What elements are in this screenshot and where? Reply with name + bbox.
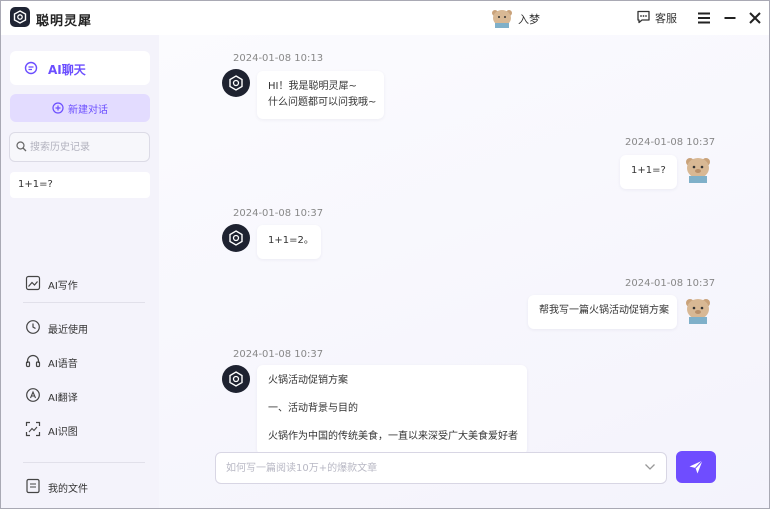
tool-ai-translate-label: AI翻译 bbox=[48, 393, 78, 404]
tool-ai-image-label: AI识图 bbox=[48, 427, 78, 438]
message-text: 1+1=2。 bbox=[268, 235, 314, 246]
message-text: 火锅活动促销方案 bbox=[268, 375, 348, 386]
clock-icon bbox=[26, 320, 40, 334]
message-composer bbox=[215, 452, 667, 484]
tool-ai-writing-label: AI写作 bbox=[48, 281, 78, 292]
history-item[interactable]: 1+1=? bbox=[10, 172, 150, 198]
chat-panel: 2024-01-08 10:13 HI！我是聪明灵犀~ 什么问题都可以问我哦~ … bbox=[159, 35, 769, 508]
customer-service-label: 客服 bbox=[655, 12, 677, 25]
close-icon[interactable] bbox=[746, 9, 764, 27]
tool-my-files-label: 我的文件 bbox=[48, 484, 88, 495]
message-timestamp: 2024-01-08 10:37 bbox=[233, 349, 324, 360]
nav-ai-chat[interactable]: AI聊天 bbox=[10, 51, 150, 85]
title-bar: 聪明灵犀 入梦 客服 bbox=[1, 1, 769, 35]
message-bubble: 帮我写一篇火锅活动促销方案 bbox=[528, 295, 677, 329]
app-title: 聪明灵犀 bbox=[36, 14, 93, 29]
bot-avatar bbox=[222, 365, 250, 393]
message-input[interactable] bbox=[226, 459, 636, 477]
menu-icon[interactable] bbox=[695, 9, 713, 27]
scan-image-icon bbox=[25, 421, 41, 437]
bot-avatar bbox=[222, 224, 250, 252]
message-text: 什么问题都可以问我哦~ bbox=[268, 97, 377, 108]
tool-recent-label: 最近使用 bbox=[48, 325, 88, 336]
user-name: 入梦 bbox=[518, 13, 540, 26]
chat-icon bbox=[24, 61, 38, 75]
chat-bubble-icon bbox=[637, 10, 650, 24]
paper-plane-icon bbox=[689, 460, 703, 474]
tool-ai-translate[interactable]: AI翻译 bbox=[25, 387, 145, 405]
sidebar: AI聊天 新建对话 1+1=? AI写作 最近使用 AI语音 AI bbox=[1, 35, 159, 508]
file-icon bbox=[26, 478, 40, 494]
plus-circle-icon bbox=[52, 102, 64, 114]
nav-ai-chat-label: AI聊天 bbox=[48, 63, 86, 77]
tool-my-files[interactable]: 我的文件 bbox=[25, 478, 145, 496]
message-bubble: 火锅活动促销方案 一、活动背景与目的 火锅作为中国的传统美食，一直以来深受广大美… bbox=[257, 365, 527, 455]
message-text: 帮我写一篇火锅活动促销方案 bbox=[539, 305, 669, 316]
headset-icon bbox=[25, 354, 41, 368]
history-search-input[interactable] bbox=[30, 138, 142, 156]
search-icon bbox=[16, 141, 27, 152]
message-timestamp: 2024-01-08 10:37 bbox=[625, 278, 716, 289]
new-chat-label: 新建对话 bbox=[68, 105, 108, 116]
tool-ai-voice-label: AI语音 bbox=[48, 359, 78, 370]
tool-ai-writing[interactable]: AI写作 bbox=[25, 275, 145, 293]
user-message-avatar bbox=[686, 299, 710, 324]
bot-avatar bbox=[222, 69, 250, 97]
message-text: 一、活动背景与目的 bbox=[268, 403, 358, 414]
sidebar-divider bbox=[23, 302, 145, 303]
message-text: 1+1=? bbox=[631, 165, 666, 176]
user-avatar bbox=[492, 10, 512, 28]
message-bubble: 1+1=2。 bbox=[257, 225, 321, 259]
message-text: 火锅作为中国的传统美食，一直以来深受广大美食爱好者 bbox=[268, 431, 518, 442]
history-item-label: 1+1=? bbox=[18, 179, 53, 190]
message-bubble: 1+1=? bbox=[620, 155, 677, 189]
message-timestamp: 2024-01-08 10:13 bbox=[233, 53, 324, 64]
message-bubble: HI！我是聪明灵犀~ 什么问题都可以问我哦~ bbox=[257, 71, 384, 119]
tool-ai-image[interactable]: AI识图 bbox=[25, 421, 145, 439]
user-message-avatar bbox=[686, 158, 710, 183]
minimize-icon[interactable] bbox=[721, 9, 739, 27]
history-search bbox=[9, 132, 150, 162]
message-timestamp: 2024-01-08 10:37 bbox=[625, 137, 716, 148]
message-timestamp: 2024-01-08 10:37 bbox=[233, 208, 324, 219]
app-logo-icon bbox=[10, 7, 30, 27]
bot-logo-icon bbox=[229, 230, 243, 246]
tool-ai-voice[interactable]: AI语音 bbox=[25, 353, 145, 371]
sidebar-divider bbox=[23, 462, 145, 463]
bot-logo-icon bbox=[229, 371, 243, 387]
message-text: HI！我是聪明灵犀~ bbox=[268, 81, 357, 92]
app-window: 聪明灵犀 入梦 客服 AI聊天 新建对话 搜索历史记录 1+1=? AI写作 最… bbox=[0, 0, 770, 509]
tool-recent[interactable]: 最近使用 bbox=[25, 319, 145, 337]
send-button[interactable] bbox=[676, 451, 716, 483]
bot-logo-icon bbox=[229, 75, 243, 91]
translate-icon bbox=[26, 388, 40, 402]
chevron-down-icon[interactable] bbox=[644, 463, 656, 471]
new-chat-button[interactable]: 新建对话 bbox=[10, 94, 150, 122]
image-edit-icon bbox=[25, 275, 41, 291]
